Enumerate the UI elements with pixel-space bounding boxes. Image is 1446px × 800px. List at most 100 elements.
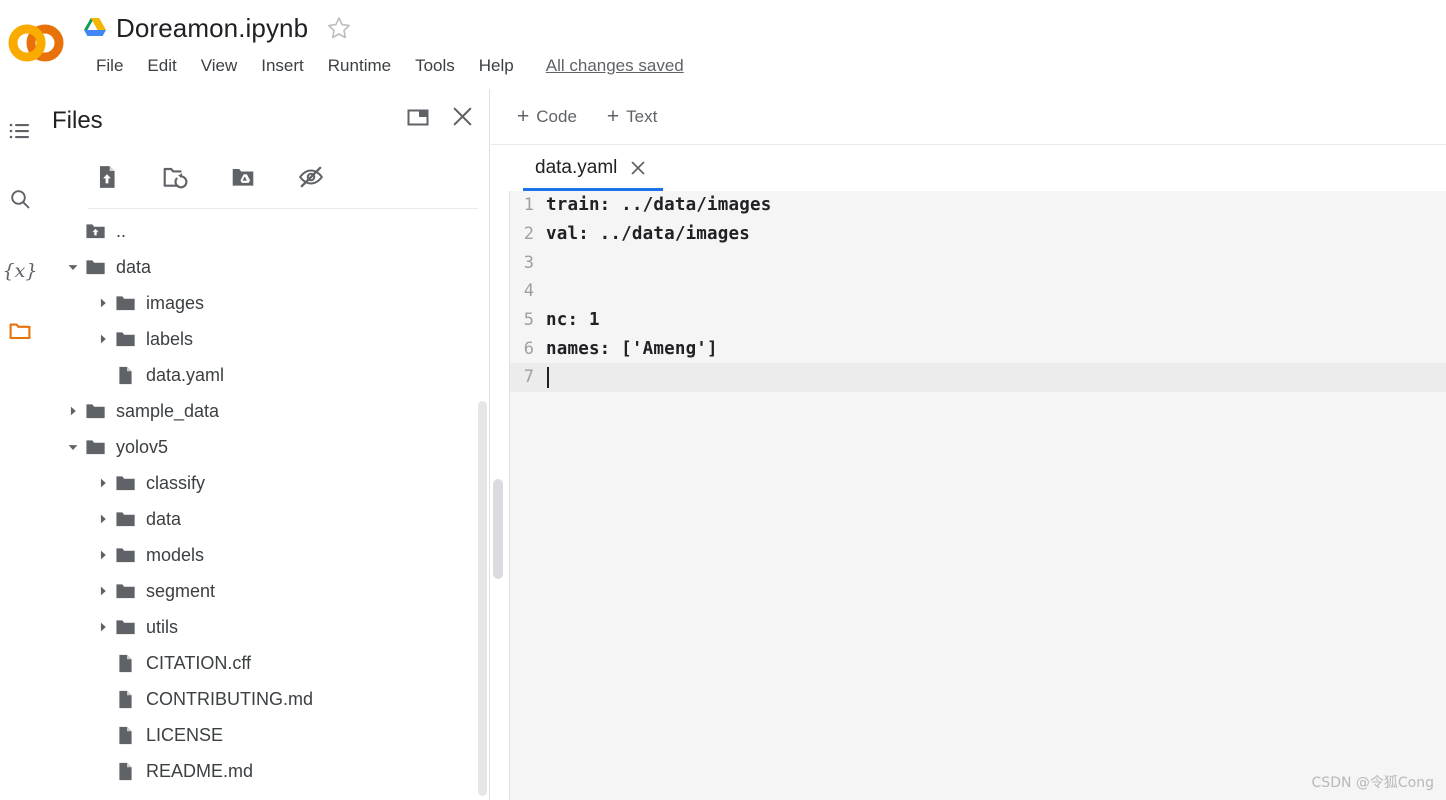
menu-insert[interactable]: Insert <box>249 53 316 79</box>
code-line[interactable]: 2 val: ../data/images <box>510 220 1446 249</box>
file-tree-row[interactable]: LICENSE <box>40 717 489 753</box>
chevron-down-icon[interactable] <box>62 256 84 278</box>
file-tree-row[interactable]: classify <box>40 465 489 501</box>
file-icon <box>114 364 136 386</box>
hide-hidden-files-button[interactable] <box>292 161 330 199</box>
folder-icon <box>84 436 106 458</box>
file-tab-label: data.yaml <box>535 157 618 178</box>
menu-runtime[interactable]: Runtime <box>316 53 403 79</box>
upload-file-icon <box>94 164 120 195</box>
chevron-right-icon[interactable] <box>92 580 114 602</box>
file-icon <box>114 760 136 782</box>
file-tree-row-label: classify <box>146 473 206 493</box>
chevron-right-icon[interactable] <box>92 472 114 494</box>
chevron-right-icon[interactable] <box>92 544 114 566</box>
code-line[interactable]: 3 <box>510 248 1446 277</box>
chevron-right-icon[interactable] <box>92 508 114 530</box>
chevron-right-icon[interactable] <box>92 616 114 638</box>
file-tree-row-label: LICENSE <box>146 725 224 745</box>
menu-file[interactable]: File <box>84 53 135 79</box>
code-line[interactable]: 7 <box>510 363 1446 392</box>
upload-file-button[interactable] <box>88 161 126 199</box>
file-tree-row[interactable]: images <box>40 285 489 321</box>
file-tree-row[interactable]: utils <box>40 609 489 645</box>
editor-area: + Code + Text data.yaml 1 train: ../data… <box>491 89 1446 800</box>
chevron-right-icon[interactable] <box>92 292 114 314</box>
text-cursor <box>547 366 549 388</box>
line-number: 5 <box>523 310 534 331</box>
add-text-cell-label: Text <box>626 106 658 126</box>
colab-window: Doreamon.ipynb File Edit View Insert Run… <box>0 0 1446 800</box>
rail-item-variables[interactable]: {x} <box>0 249 40 293</box>
files-folder-icon <box>8 319 32 348</box>
colab-logo-icon[interactable] <box>8 20 64 66</box>
folder-up-icon <box>84 220 106 242</box>
file-tree-row-label: CONTRIBUTING.md <box>146 689 314 709</box>
rail-item-files[interactable] <box>0 311 40 355</box>
code-line-text: names: ['Ameng'] <box>546 338 718 359</box>
watermark: CSDN @令狐Cong <box>1311 775 1434 791</box>
menu-bar: File Edit View Insert Runtime Tools Help… <box>84 53 684 79</box>
refresh-folder-button[interactable] <box>156 161 194 199</box>
file-tree-row-label: sample_data <box>116 401 220 421</box>
line-number: 3 <box>523 252 534 273</box>
file-tree-row-label: data <box>146 509 182 529</box>
close-files-panel-button[interactable] <box>446 103 478 135</box>
file-tree[interactable]: .. data images labels data.yaml sample_data yo… <box>40 213 489 800</box>
code-line[interactable]: 6 names: ['Ameng'] <box>510 334 1446 363</box>
menu-help[interactable]: Help <box>467 53 526 79</box>
hide-hidden-files-icon <box>298 164 324 195</box>
file-icon <box>114 724 136 746</box>
file-tab-strip: data.yaml <box>491 145 1446 191</box>
menu-view[interactable]: View <box>189 53 250 79</box>
file-tree-row[interactable]: data <box>40 249 489 285</box>
file-tree-row-label: models <box>146 545 205 565</box>
save-status-link[interactable]: All changes saved <box>546 56 684 76</box>
file-tree-row[interactable]: CITATION.cff <box>40 645 489 681</box>
plus-icon: + <box>606 105 620 128</box>
menu-tools[interactable]: Tools <box>403 53 467 79</box>
file-tree-row-label: data.yaml <box>146 365 225 385</box>
twisty-placeholder <box>92 652 114 674</box>
open-in-panel-icon <box>406 105 430 134</box>
chevron-down-icon[interactable] <box>62 436 84 458</box>
files-panel-scrollbar[interactable] <box>478 401 487 796</box>
file-tree-row[interactable]: yolov5 <box>40 429 489 465</box>
file-tree-row[interactable]: data.yaml <box>40 357 489 393</box>
chevron-right-icon[interactable] <box>92 328 114 350</box>
file-tree-row[interactable]: models <box>40 537 489 573</box>
code-editor[interactable]: 1 train: ../data/images 2 val: ../data/imag… <box>509 191 1446 800</box>
file-tree-row[interactable]: segment <box>40 573 489 609</box>
files-panel-title: Files <box>52 107 103 134</box>
chevron-right-icon[interactable] <box>62 400 84 422</box>
add-code-cell-button[interactable]: + Code <box>507 101 587 132</box>
file-tree-row[interactable]: CONTRIBUTING.md <box>40 681 489 717</box>
file-tree-row[interactable]: labels <box>40 321 489 357</box>
close-icon[interactable] <box>629 159 647 177</box>
editor-left-rail <box>491 191 509 800</box>
close-icon <box>450 104 475 134</box>
star-icon[interactable] <box>326 15 352 41</box>
file-tree-row[interactable]: data <box>40 501 489 537</box>
page-title[interactable]: Doreamon.ipynb <box>116 13 308 44</box>
code-line[interactable]: 5 nc: 1 <box>510 306 1446 335</box>
editor-scrollbar[interactable] <box>493 479 503 579</box>
code-line[interactable]: 1 train: ../data/images <box>510 191 1446 220</box>
folder-icon <box>114 544 136 566</box>
twisty-placeholder <box>92 760 114 782</box>
add-code-cell-label: Code <box>536 106 577 126</box>
add-text-cell-button[interactable]: + Text <box>597 101 667 132</box>
menu-edit[interactable]: Edit <box>135 53 188 79</box>
mount-drive-button[interactable] <box>224 161 262 199</box>
open-in-panel-button[interactable] <box>402 103 434 135</box>
rail-item-table-of-contents[interactable] <box>0 111 40 155</box>
rail-item-search[interactable] <box>0 179 40 223</box>
code-line[interactable]: 4 <box>510 277 1446 306</box>
file-tree-row[interactable]: sample_data <box>40 393 489 429</box>
file-tab-data-yaml[interactable]: data.yaml <box>521 145 661 191</box>
file-tree-row[interactable]: README.md <box>40 753 489 789</box>
mount-drive-icon <box>230 164 256 195</box>
twisty-placeholder <box>92 688 114 710</box>
file-tree-row[interactable]: .. <box>40 213 489 249</box>
file-tree-row-label: labels <box>146 329 194 349</box>
